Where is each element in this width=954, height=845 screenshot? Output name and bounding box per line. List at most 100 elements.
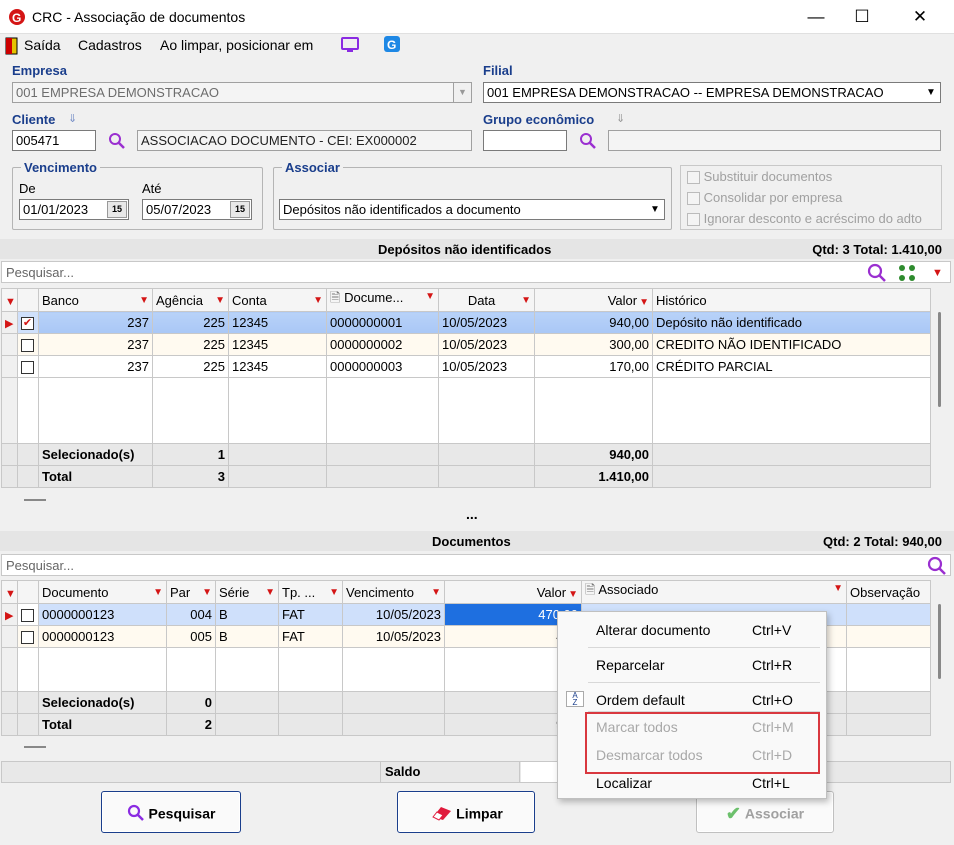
col-valor[interactable]: Valor ▼ <box>534 288 653 312</box>
row-checkbox[interactable] <box>21 609 34 623</box>
row-checkbox[interactable] <box>21 339 34 353</box>
corner-cell: ▼ <box>1 580 18 604</box>
col-documento[interactable]: 🗎 Docume... ▼ <box>326 288 439 312</box>
filter-icon[interactable]: ▼ <box>568 589 578 600</box>
cell-documento: 0000000123 <box>38 625 167 648</box>
filter-icon[interactable]: ▼ <box>139 295 149 306</box>
exit-menu[interactable]: Saída <box>24 37 61 53</box>
ao-limpar-menu[interactable]: Ao limpar, posicionar em <box>160 37 313 53</box>
filter-icon[interactable]: ▼ <box>521 295 531 306</box>
chevron-down-icon[interactable]: ▼ <box>646 200 664 219</box>
cell-banco: 237 <box>38 355 153 378</box>
close-button[interactable]: ✕ <box>896 0 944 34</box>
filter-icon[interactable]: ▼ <box>833 583 843 594</box>
filter-icon[interactable]: ▼ <box>639 297 649 308</box>
filter-icon[interactable]: ▼ <box>202 587 212 598</box>
col-par[interactable]: Par ▼ <box>166 580 216 604</box>
pesquisar-button[interactable]: Pesquisar <box>101 791 241 833</box>
filter-icon[interactable]: ▼ <box>215 295 225 306</box>
menu-item-label: Reparcelar <box>596 657 665 673</box>
menu-arrow-icon[interactable]: ▼ <box>5 296 16 308</box>
filter-icon[interactable]: ▼ <box>153 587 163 598</box>
deposits-search-input[interactable]: Pesquisar... <box>1 261 951 283</box>
filter-icon[interactable]: ▼ <box>425 291 435 302</box>
cell-observacao <box>846 625 931 648</box>
cadastros-menu[interactable]: Cadastros <box>78 37 142 53</box>
empresa-select[interactable]: 001 EMPRESA DEMONSTRACAO ▼ <box>12 82 472 103</box>
col-conta[interactable]: Conta ▼ <box>228 288 327 312</box>
menu-separator <box>588 647 820 648</box>
cliente-code-input[interactable]: 005471 <box>12 130 96 151</box>
sel-count: 0 <box>166 691 216 714</box>
calendar-icon[interactable]: 15 <box>230 201 250 218</box>
documents-search-input[interactable]: Pesquisar... <box>1 554 951 576</box>
saldo-label: Saldo <box>380 762 520 782</box>
ate-date-input[interactable]: 05/07/2023 15 <box>142 199 252 220</box>
table-row[interactable]: 237 225 12345 0000000003 10/05/2023 170,… <box>1 355 931 378</box>
limpar-button[interactable]: Limpar <box>397 791 535 833</box>
col-historico[interactable]: Histórico <box>652 288 931 312</box>
col-par-label: Par <box>170 584 191 600</box>
menu-item-alterar[interactable]: Alterar documento Ctrl+V <box>558 616 826 644</box>
dropdown-arrow-icon[interactable]: ▼ <box>932 267 943 279</box>
col-tp[interactable]: Tp. ... ▼ <box>278 580 343 604</box>
grupo-code-input[interactable] <box>483 130 567 151</box>
g-logo-icon[interactable]: G <box>383 35 401 53</box>
row-indicator-icon: ▶ <box>5 610 14 622</box>
exit-door-icon <box>5 37 18 55</box>
de-label: De <box>19 181 36 196</box>
title-bar: G CRC - Associação de documentos — ☐ ✕ <box>0 0 954 34</box>
chevron-down-icon[interactable]: ▼ <box>453 83 471 102</box>
h-scroll-thumb[interactable] <box>24 746 46 748</box>
total-value: 1.410,00 <box>534 465 653 488</box>
col-observacao[interactable]: Observação <box>846 580 931 604</box>
col-documento[interactable]: Documento ▼ <box>38 580 167 604</box>
filter-icon[interactable]: ▼ <box>329 587 339 598</box>
menu-item-reparcelar[interactable]: Reparcelar Ctrl+R <box>558 651 826 679</box>
col-banco[interactable]: Banco ▼ <box>38 288 153 312</box>
search-icon[interactable] <box>927 556 947 576</box>
table-row[interactable]: ▶ ✔ 237 225 12345 0000000001 10/05/2023 … <box>1 311 931 334</box>
scroll-thumb[interactable] <box>938 312 941 407</box>
col-agencia[interactable]: Agência ▼ <box>152 288 229 312</box>
search-icon[interactable] <box>108 132 126 150</box>
documents-scrollbar[interactable] <box>932 602 948 736</box>
search-icon[interactable] <box>867 263 887 283</box>
row-indicator-icon: ▶ <box>5 318 14 330</box>
col-serie[interactable]: Série ▼ <box>215 580 279 604</box>
menu-item-ordem-default[interactable]: AZ Ordem default Ctrl+O <box>558 686 826 714</box>
expand-icon[interactable] <box>898 264 918 282</box>
scroll-thumb[interactable] <box>938 604 941 679</box>
filter-icon[interactable]: ▼ <box>313 295 323 306</box>
de-date-input[interactable]: 01/01/2023 15 <box>19 199 129 220</box>
row-checkbox[interactable]: ✔ <box>21 317 34 331</box>
de-date-value: 01/01/2023 <box>23 202 89 217</box>
row-checkbox[interactable] <box>21 361 34 375</box>
associar-select[interactable]: Depósitos não identificados a documento … <box>279 199 665 220</box>
filter-icon[interactable]: ▼ <box>431 587 441 598</box>
menu-item-label: Alterar documento <box>596 622 711 638</box>
filial-select[interactable]: 001 EMPRESA DEMONSTRACAO -- EMPRESA DEMO… <box>483 82 941 103</box>
menu-arrow-icon[interactable]: ▼ <box>5 588 16 600</box>
h-scroll-thumb[interactable] <box>24 499 46 501</box>
filter-icon[interactable]: ▼ <box>265 587 275 598</box>
chevron-down-icon[interactable]: ▼ <box>922 83 940 102</box>
deposits-grid: ▼ Banco ▼ Agência ▼ Conta ▼ 🗎 Docume... ▼ Da… <box>1 288 931 488</box>
maximize-button[interactable]: ☐ <box>838 0 886 34</box>
calendar-icon[interactable]: 15 <box>107 201 127 218</box>
col-valor[interactable]: Valor ▼ <box>444 580 582 604</box>
table-row[interactable]: 237 225 12345 0000000002 10/05/2023 300,… <box>1 333 931 356</box>
col-vencimento[interactable]: Vencimento ▼ <box>342 580 445 604</box>
search-icon[interactable] <box>579 132 597 150</box>
minimize-button[interactable]: — <box>792 0 840 34</box>
deposits-scrollbar[interactable] <box>932 310 948 488</box>
monitor-icon[interactable] <box>340 36 360 54</box>
col-valor-label: Valor <box>536 584 567 600</box>
cell-documento: 0000000001 <box>326 311 439 334</box>
deposits-summary: Qtd: 3 Total: 1.410,00 <box>812 242 942 257</box>
splitter-handle[interactable]: ... <box>466 507 478 521</box>
col-data[interactable]: Data ▼ <box>438 288 535 312</box>
col-associado[interactable]: 🗎 Associado ▼ <box>581 580 847 604</box>
row-checkbox[interactable] <box>21 631 34 645</box>
cell-historico: CRÉDITO PARCIAL <box>652 355 931 378</box>
